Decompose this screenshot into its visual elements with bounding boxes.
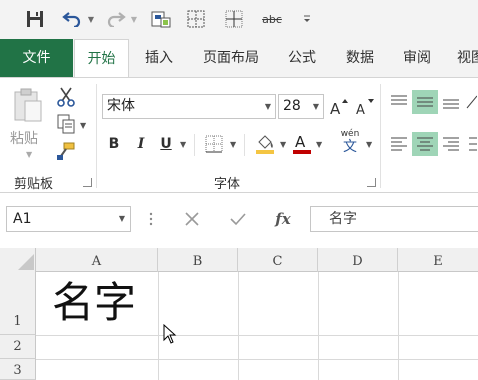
chevron-down-icon[interactable]: ▼ — [313, 95, 319, 118]
underline-dropdown-icon[interactable]: ▼ — [180, 140, 186, 149]
phonetic-icon[interactable]: wén 文 — [336, 128, 364, 156]
copy-icon[interactable] — [55, 113, 77, 135]
column-header-row: A B C D E — [0, 248, 478, 272]
paste-icon[interactable] — [8, 86, 48, 126]
font-color-icon[interactable]: A — [290, 130, 314, 156]
clipboard-group-label: 剪贴板 — [14, 177, 54, 192]
font-separator — [244, 134, 245, 156]
border-icon[interactable] — [203, 132, 225, 156]
fill-color-dropdown-icon[interactable]: ▼ — [280, 140, 286, 149]
font-group-label: 字体 — [214, 177, 241, 192]
bold-button[interactable]: B — [104, 132, 124, 156]
decrease-font-size-icon[interactable]: A — [354, 94, 376, 119]
phonetic-char: 文 — [343, 139, 357, 155]
font-size-combo[interactable]: 28 ▼ — [278, 94, 324, 119]
ribbon-tabs: 文件 开始 插入 页面布局 公式 数据 审阅 视图 — [0, 39, 478, 78]
row-header-1[interactable]: 1 — [0, 272, 36, 335]
column-gridline — [318, 272, 319, 380]
tab-page-layout[interactable]: 页面布局 — [194, 39, 268, 77]
row-gridline — [36, 335, 478, 336]
tab-home[interactable]: 开始 — [74, 39, 129, 78]
column-header-a[interactable]: A — [36, 248, 158, 272]
group-separator — [96, 84, 97, 188]
name-box-value: A1 — [13, 211, 32, 227]
group-separator — [380, 84, 381, 188]
font-name-combo[interactable]: 宋体 ▼ — [102, 94, 276, 119]
insert-function-button[interactable]: fx — [270, 206, 296, 232]
mouse-cursor-icon — [163, 323, 177, 348]
column-header-b[interactable]: B — [158, 248, 238, 272]
font-name-value: 宋体 — [107, 98, 135, 114]
cell-a1[interactable]: 名字 — [52, 278, 136, 328]
svg-text:A: A — [356, 103, 365, 116]
tab-formulas[interactable]: 公式 — [278, 39, 326, 77]
formula-input[interactable]: 名字 — [310, 206, 478, 232]
phonetic-pinyin: wén — [340, 129, 360, 139]
worksheet-grid: A B C D E 1 2 3 名字 — [0, 248, 478, 380]
print-preview-icon[interactable] — [148, 6, 174, 32]
column-header-e[interactable]: E — [398, 248, 478, 272]
copy-dropdown-icon[interactable]: ▼ — [80, 121, 86, 130]
svg-text:A: A — [330, 100, 341, 116]
tab-view[interactable]: 视图 — [450, 39, 478, 77]
tab-data[interactable]: 数据 — [336, 39, 384, 77]
name-box[interactable]: A1 ▼ — [6, 206, 131, 232]
italic-button[interactable]: I — [131, 132, 151, 156]
gridlines-icon[interactable] — [222, 6, 246, 32]
font-separator — [194, 134, 195, 156]
column-header-d[interactable]: D — [318, 248, 398, 272]
quick-access-toolbar: ▼ ▼ abc — [0, 0, 478, 39]
borders-icon[interactable] — [184, 6, 208, 32]
column-header-c[interactable]: C — [238, 248, 318, 272]
chevron-down-icon[interactable]: ▼ — [119, 207, 125, 231]
align-bottom-icon[interactable] — [438, 90, 464, 114]
undo-icon[interactable] — [60, 6, 84, 32]
chevron-down-icon[interactable]: ▼ — [265, 95, 271, 118]
customize-icon[interactable] — [300, 6, 314, 32]
splitter-handle[interactable] — [149, 210, 153, 228]
cut-icon[interactable] — [55, 86, 77, 108]
save-icon[interactable] — [22, 6, 48, 32]
svg-text:A: A — [295, 133, 306, 151]
row-gridline — [36, 359, 478, 360]
align-middle-icon[interactable] — [412, 90, 438, 114]
select-all-corner[interactable] — [0, 248, 36, 272]
row-header-3[interactable]: 3 — [0, 359, 36, 380]
underline-button[interactable]: U — [156, 132, 176, 156]
row-header-2[interactable]: 2 — [0, 335, 36, 359]
indent-icon[interactable] — [464, 132, 478, 156]
redo-dropdown-icon[interactable]: ▼ — [129, 6, 139, 32]
column-gridline — [158, 272, 159, 380]
cancel-icon[interactable] — [180, 206, 204, 232]
fill-color-icon[interactable] — [252, 130, 278, 156]
font-color-dropdown-icon[interactable]: ▼ — [316, 140, 322, 149]
column-gridline — [398, 272, 399, 380]
ribbon: 粘贴 ▼ ▼ 剪贴板 宋体 ▼ 28 ▼ A A B I U ▼ ▼ ▼ A ▼… — [0, 77, 478, 193]
align-left-icon[interactable] — [386, 132, 412, 156]
formula-bar-buttons: fx — [170, 206, 307, 232]
tab-file[interactable]: 文件 — [0, 39, 73, 77]
format-painter-icon[interactable] — [55, 140, 77, 162]
clipboard-launcher-icon[interactable] — [83, 178, 92, 187]
tab-insert[interactable]: 插入 — [135, 39, 183, 77]
increase-font-size-icon[interactable]: A — [328, 94, 350, 119]
phonetic-dropdown-icon[interactable]: ▼ — [366, 140, 372, 149]
font-launcher-icon[interactable] — [367, 178, 376, 187]
paste-dropdown-icon[interactable]: ▼ — [26, 150, 32, 159]
font-size-value: 28 — [283, 98, 301, 114]
spelling-icon[interactable]: abc — [258, 6, 286, 32]
enter-icon[interactable] — [226, 206, 250, 232]
undo-dropdown-icon[interactable]: ▼ — [86, 6, 96, 32]
align-top-icon[interactable] — [386, 90, 412, 114]
border-dropdown-icon[interactable]: ▼ — [230, 140, 236, 149]
align-center-icon[interactable] — [412, 132, 438, 156]
tab-review[interactable]: 审阅 — [393, 39, 441, 77]
redo-icon[interactable] — [104, 6, 128, 32]
column-gridline — [238, 272, 239, 380]
align-right-icon[interactable] — [438, 132, 464, 156]
orientation-icon[interactable] — [464, 90, 478, 114]
paste-label[interactable]: 粘贴 — [10, 128, 38, 148]
formula-bar-area: A1 ▼ fx 名字 — [0, 193, 478, 248]
